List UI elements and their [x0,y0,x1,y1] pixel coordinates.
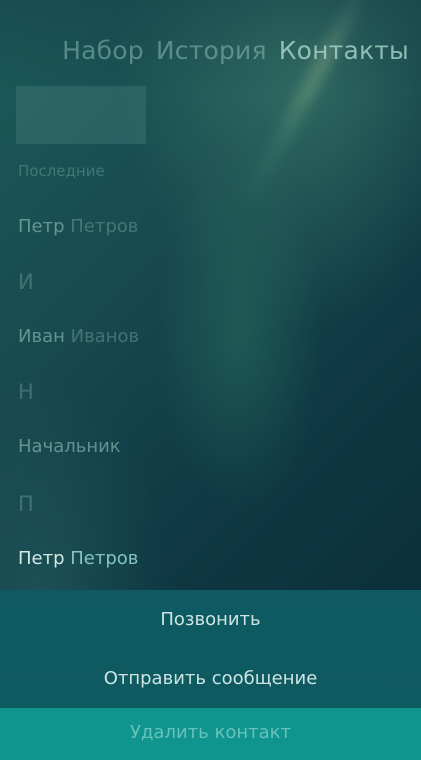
search-field[interactable] [16,86,146,144]
tab-bar: Набор История Контакты [62,36,409,65]
context-menu: Позвонить Отправить сообщение Удалить ко… [0,590,421,760]
contact-first-name: Иван [18,326,65,347]
section-header-n: Н [18,380,34,404]
tab-history[interactable]: История [156,36,267,65]
section-header-recent: Последние [18,162,105,180]
tab-dialer[interactable]: Набор [62,36,144,65]
contact-last-name: Петров [70,216,139,237]
contacts-screen: Набор История Контакты Последние Петр Пе… [0,0,421,760]
section-header-i: И [18,270,34,294]
context-menu-panel [0,590,421,708]
section-header-p: П [18,492,34,516]
call-menu-item[interactable]: Позвонить [0,609,421,630]
contact-first-name: Петр [18,216,65,237]
contact-first-name: Петр [18,548,65,569]
send-message-menu-item[interactable]: Отправить сообщение [0,668,421,689]
contact-last-name: Петров [70,548,139,569]
delete-contact-menu-item[interactable]: Удалить контакт [0,708,421,760]
delete-contact-label: Удалить контакт [130,722,291,743]
contact-row-boss[interactable]: Начальник [18,436,121,457]
contact-name: Начальник [18,436,121,457]
contact-row-petr-selected[interactable]: Петр Петров [18,548,138,569]
contact-row-recent-petr[interactable]: Петр Петров [18,216,138,237]
contact-last-name: Иванов [70,326,140,347]
contact-row-ivan[interactable]: Иван Иванов [18,326,139,347]
tab-contacts[interactable]: Контакты [279,36,409,65]
